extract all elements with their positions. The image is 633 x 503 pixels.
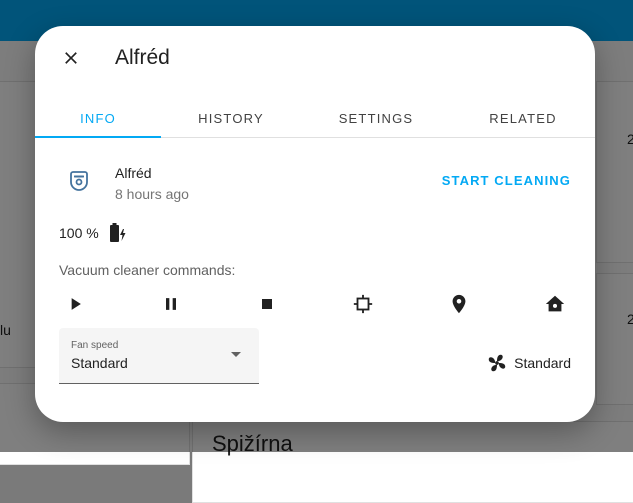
spot-clean-icon: [353, 294, 373, 314]
fan-speed-value: Standard: [71, 355, 128, 371]
battery-charging-icon: [109, 223, 126, 242]
tab-info[interactable]: INFO: [35, 99, 161, 138]
tab-related[interactable]: RELATED: [451, 99, 595, 137]
fan-icon: [488, 354, 506, 372]
start-button[interactable]: [59, 288, 91, 320]
close-icon: [65, 52, 77, 64]
play-icon: [71, 298, 81, 310]
fan-speed-label: Fan speed: [71, 340, 119, 351]
fan-speed-state-text: Standard: [514, 355, 571, 371]
locate-button[interactable]: [443, 288, 475, 320]
more-info-dialog: Alfréd INFO HISTORY SETTINGS RELATED Alf…: [35, 26, 595, 422]
last-changed: 8 hours ago: [115, 186, 189, 202]
robot-vacuum-icon: [70, 171, 88, 191]
return-home-button[interactable]: [539, 288, 571, 320]
commands-label: Vacuum cleaner commands:: [59, 262, 236, 278]
pause-button[interactable]: [155, 288, 187, 320]
clean-spot-button[interactable]: [347, 288, 379, 320]
start-cleaning-button[interactable]: START CLEANING: [442, 173, 571, 188]
tab-bar: INFO HISTORY SETTINGS RELATED: [35, 99, 595, 138]
commands-row: [59, 288, 571, 320]
entity-row: Alfréd 8 hours ago START CLEANING: [59, 160, 571, 206]
tab-history[interactable]: HISTORY: [161, 99, 301, 137]
pause-icon: [166, 298, 176, 310]
battery-status: 100 %: [59, 222, 129, 244]
chevron-down-icon: [231, 352, 241, 357]
close-button[interactable]: [57, 44, 85, 72]
fan-speed-state: Standard: [486, 352, 571, 374]
stop-button[interactable]: [251, 288, 283, 320]
battery-level: 100 %: [59, 225, 99, 241]
return-home-icon: [545, 295, 565, 312]
tab-settings[interactable]: SETTINGS: [301, 99, 451, 137]
dialog-title: Alfréd: [115, 46, 170, 69]
locate-icon: [452, 294, 466, 314]
stop-icon: [262, 299, 272, 309]
entity-name: Alfréd: [115, 165, 152, 181]
fan-speed-select[interactable]: Fan speed Standard: [59, 328, 259, 384]
